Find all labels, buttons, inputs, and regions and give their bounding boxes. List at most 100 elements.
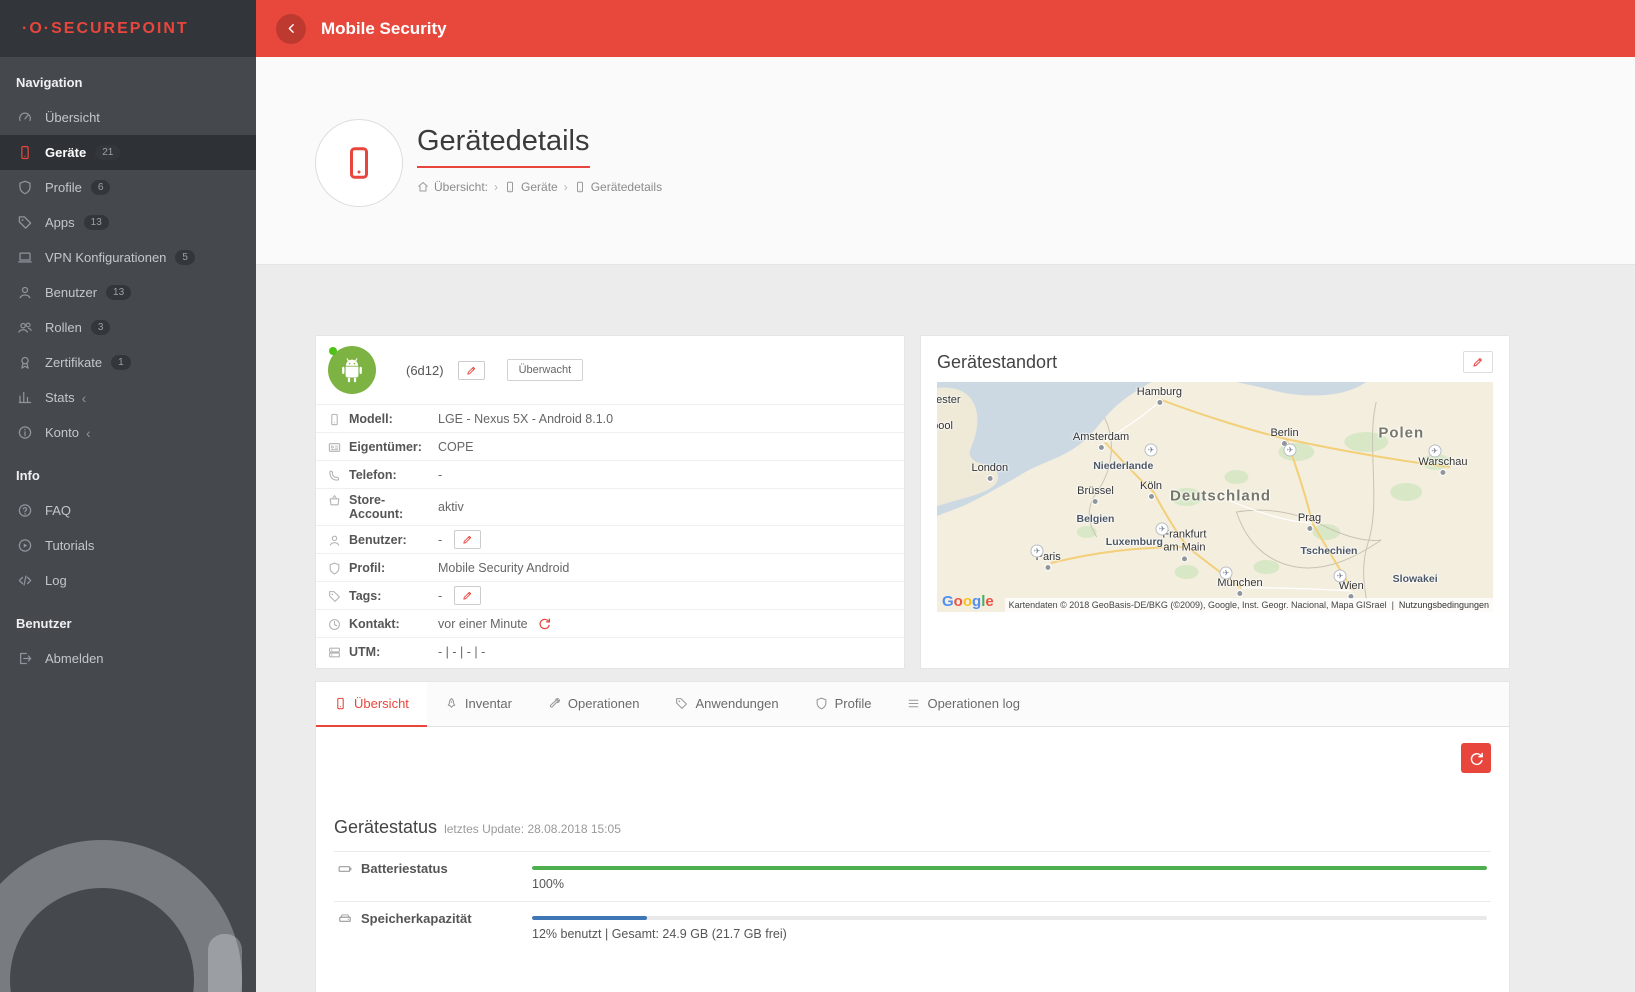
tab-anwendungen[interactable]: Anwendungen <box>657 682 796 727</box>
tab-label: Anwendungen <box>695 696 778 711</box>
sidebar-item-faq[interactable]: FAQ <box>0 493 256 528</box>
sidebar-item-label: Konto <box>45 425 79 440</box>
tab-inventar[interactable]: Inventar <box>427 682 530 727</box>
brand-logo-text: ·O·SECUREPOINT <box>22 20 189 38</box>
sidebar-item-rollen[interactable]: Rollen3 <box>0 310 256 345</box>
status-table: Batteriestatus100%Speicherkapazität12% b… <box>334 851 1491 951</box>
shield-icon <box>815 697 828 710</box>
status-label: Speicherkapazität <box>334 911 532 941</box>
device-detail-label-text: Tags: <box>349 589 381 603</box>
smartphone-icon <box>504 181 516 193</box>
smartphone-icon <box>328 413 341 426</box>
users-icon <box>16 320 34 335</box>
tab-operationen-log[interactable]: Operationen log <box>889 682 1038 727</box>
refresh-status-button[interactable] <box>1461 743 1491 773</box>
device-detail-value-text: LGE - Nexus 5X - Android 8.1.0 <box>438 412 613 426</box>
sidebar-item-apps[interactable]: Apps13 <box>0 205 256 240</box>
sidebar-item-vpn-konfigurationen[interactable]: VPN Konfigurationen 5 <box>0 240 256 275</box>
edit-button[interactable] <box>454 586 481 605</box>
sidebar: ·O·SECUREPOINT NavigationÜbersichtGeräte… <box>0 0 256 992</box>
sidebar-item-benutzer[interactable]: Benutzer13 <box>0 275 256 310</box>
brand-logo[interactable]: ·O·SECUREPOINT <box>0 0 256 57</box>
edit-device-name-button[interactable] <box>458 361 485 380</box>
terms-of-use-link[interactable]: Nutzungsbedingungen <box>1399 600 1489 610</box>
sidebar-item-label: VPN Konfigurationen <box>45 250 166 265</box>
device-detail-label: Kontakt: <box>328 617 438 631</box>
device-detail-row-telefon: Telefon:- <box>316 460 904 488</box>
refresh-icon <box>538 617 551 630</box>
status-value: 100% <box>532 861 1491 891</box>
device-detail-row-modell: Modell: LGE - Nexus 5X - Android 8.1.0 <box>316 404 904 432</box>
device-detail-label-text: Modell: <box>349 412 393 426</box>
tab-label: Inventar <box>465 696 512 711</box>
google-map[interactable]: chesterpoolHamburgAmsterdamBerlinPolenNi… <box>937 382 1493 612</box>
map-label-tschechien: Tschechien <box>1300 545 1357 557</box>
list-icon <box>907 697 920 710</box>
device-detail-row-profil: Profil:Mobile Security Android <box>316 553 904 581</box>
refresh-icon <box>1469 751 1484 766</box>
sidebar-item-log[interactable]: Log <box>0 563 256 598</box>
airport-icon: ✈ <box>1334 570 1347 583</box>
device-detail-value-text: COPE <box>438 440 473 454</box>
device-info-card: (6d12) Überwacht Modell:LGE - Nexus 5X -… <box>315 335 905 669</box>
edit-location-button[interactable] <box>1463 351 1493 373</box>
android-icon <box>336 354 368 386</box>
sidebar-item-label: Tutorials <box>45 538 94 553</box>
shield-icon <box>16 180 34 195</box>
status-label: Batteriestatus <box>334 861 532 891</box>
sidebar-item-zertifikate[interactable]: Zertifikate1 <box>0 345 256 380</box>
device-name: (6d12) <box>406 363 444 378</box>
device-detail-row-benutzer: Benutzer:- <box>316 525 904 553</box>
count-badge: 6 <box>91 180 111 195</box>
tab-operationen[interactable]: Operationen <box>530 682 658 727</box>
edit-button[interactable] <box>454 530 481 549</box>
map-label-deutschland: Deutschland <box>1170 487 1271 504</box>
sidebar-item-abmelden[interactable]: Abmelden <box>0 641 256 676</box>
device-detail-label: Tags: <box>328 589 438 603</box>
device-detail-label: Modell: <box>328 412 438 426</box>
page-avatar <box>315 119 403 207</box>
sidebar-item-label: FAQ <box>45 503 71 518</box>
device-detail-label-text: Profil: <box>349 561 385 575</box>
refresh-contact-button[interactable] <box>538 617 551 630</box>
device-detail-value-text: - <box>438 533 442 547</box>
back-button[interactable] <box>276 14 306 44</box>
breadcrumb-item-geraete[interactable]: Geräte <box>504 180 558 194</box>
breadcrumb-item-geraetedetails[interactable]: Gerätedetails <box>574 180 662 194</box>
topbar: Mobile Security <box>256 0 1635 57</box>
breadcrumb-separator: › <box>494 180 498 194</box>
sidebar-item-profile[interactable]: Profile6 <box>0 170 256 205</box>
device-detail-value-text: - | - | - | - <box>438 645 485 659</box>
map-attribution: Kartendaten © 2018 GeoBasis-DE/BKG (©200… <box>1005 598 1493 612</box>
rocket-icon <box>445 697 458 710</box>
breadcrumb-item-uebersicht[interactable]: Übersicht: <box>417 180 488 194</box>
breadcrumb: Übersicht:›Geräte›Gerätedetails <box>417 180 662 194</box>
device-detail-label-text: Kontakt: <box>349 617 400 631</box>
tab-uebersicht[interactable]: Übersicht <box>316 682 427 727</box>
map-label-hamburg: Hamburg <box>1137 386 1182 406</box>
sidebar-section-header-benutzer: Benutzer <box>0 598 256 641</box>
sidebar-item-stats[interactable]: Stats‹ <box>0 380 256 415</box>
count-badge: 5 <box>175 250 195 265</box>
device-detail-row-utm: UTM:- | - | - | - <box>316 637 904 665</box>
map-label-chester: chester <box>937 394 961 406</box>
map-attribution-text: Kartendaten © 2018 GeoBasis-DE/BKG (©200… <box>1009 600 1387 610</box>
tag-icon <box>16 215 34 230</box>
sidebar-item-geraete[interactable]: Geräte21 <box>0 135 256 170</box>
tab-label: Operationen <box>568 696 640 711</box>
tab-profile[interactable]: Profile <box>797 682 890 727</box>
attribution-separator: | <box>1392 600 1394 610</box>
map-label-muenchen: München <box>1217 577 1262 597</box>
pencil-icon <box>466 365 477 376</box>
device-detail-label: UTM: <box>328 645 438 659</box>
sidebar-item-uebersicht[interactable]: Übersicht <box>0 100 256 135</box>
tab-body: Gerätestatusletztes Update: 28.08.2018 1… <box>316 727 1509 967</box>
status-label-text: Speicherkapazität <box>361 911 472 926</box>
sidebar-item-konto[interactable]: Konto‹ <box>0 415 256 450</box>
sidebar-item-tutorials[interactable]: Tutorials <box>0 528 256 563</box>
airport-icon: ✈ <box>1156 523 1169 536</box>
device-detail-value: - | - | - | - <box>438 645 485 659</box>
device-detail-row-kontakt: Kontakt:vor einer Minute <box>316 609 904 637</box>
smartphone-icon <box>334 697 347 710</box>
brand-watermark-icon <box>0 840 242 992</box>
